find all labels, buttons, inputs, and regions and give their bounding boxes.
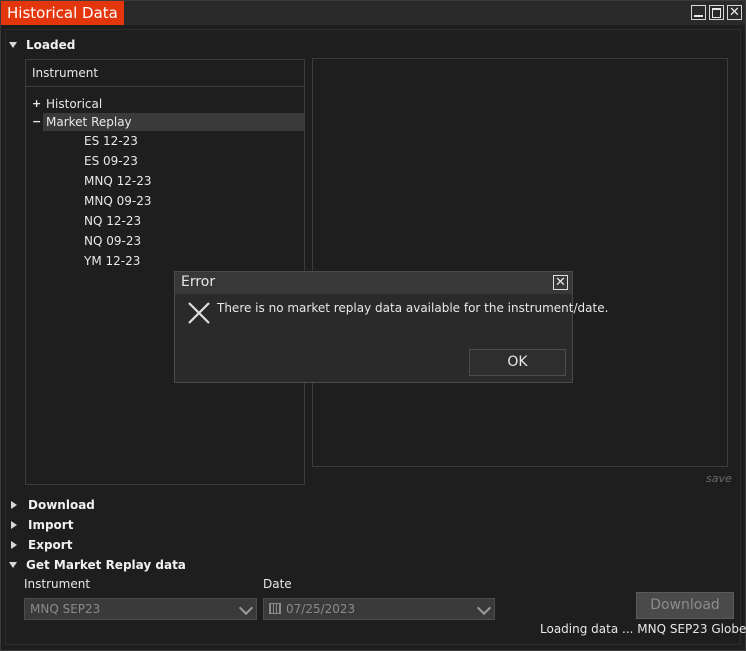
save-link[interactable]: save <box>706 472 732 485</box>
tree-leaf[interactable]: NQ 09-23 <box>84 232 141 250</box>
data-view-panel <box>312 58 728 467</box>
tree-leaf[interactable]: MNQ 09-23 <box>84 192 151 210</box>
instrument-select[interactable]: MNQ SEP23 <box>24 598 257 620</box>
error-message: There is no market replay data available… <box>217 301 609 315</box>
tree-leaf[interactable]: MNQ 12-23 <box>84 172 151 190</box>
triangle-down-icon <box>9 41 17 48</box>
ok-button[interactable]: OK <box>469 349 566 376</box>
tree-leaf[interactable]: ES 09-23 <box>84 152 138 170</box>
collapse-minus-icon[interactable]: − <box>32 113 41 131</box>
chevron-down-icon <box>476 600 492 616</box>
triangle-down-icon <box>9 561 17 568</box>
section-export[interactable]: Export <box>9 536 72 554</box>
maximize-button[interactable] <box>709 5 724 20</box>
section-download-label: Download <box>28 498 95 512</box>
triangle-right-icon <box>11 500 17 509</box>
tree-leaf[interactable]: ES 12-23 <box>84 132 138 150</box>
date-picker[interactable]: 07/25/2023 <box>263 598 495 620</box>
historical-data-window: Historical Data ✕ Loaded Instrument + Hi… <box>0 0 746 651</box>
status-text: Loading data ... MNQ SEP23 Globex <box>540 622 746 636</box>
close-icon[interactable]: ✕ <box>553 275 568 290</box>
tree-node-historical-label: Historical <box>46 97 103 111</box>
error-dialog-title: Error <box>181 274 216 290</box>
download-button[interactable]: Download <box>636 592 734 619</box>
section-get-market-replay-label: Get Market Replay data <box>26 558 186 572</box>
section-import-label: Import <box>28 518 74 532</box>
section-download[interactable]: Download <box>9 496 95 514</box>
tree-node-market-replay[interactable]: − Market Replay <box>26 113 304 131</box>
section-loaded[interactable]: Loaded <box>9 36 75 54</box>
instrument-header: Instrument <box>26 60 304 87</box>
tree-leaf[interactable]: YM 12-23 <box>84 252 140 270</box>
close-icon[interactable]: ✕ <box>727 5 742 20</box>
minimize-button[interactable] <box>691 5 706 20</box>
date-field-label: Date <box>263 577 292 591</box>
error-x-icon <box>188 302 210 324</box>
title-bar[interactable]: Historical Data ✕ <box>1 1 745 25</box>
tree-node-market-replay-label: Market Replay <box>46 115 132 129</box>
triangle-right-icon <box>11 520 17 529</box>
section-export-label: Export <box>28 538 73 552</box>
tree-leaf[interactable]: NQ 12-23 <box>84 212 141 230</box>
instrument-field-label: Instrument <box>24 577 91 591</box>
calendar-icon <box>269 603 281 614</box>
date-picker-value: 07/25/2023 <box>286 602 356 616</box>
error-dialog: Error ✕ There is no market replay data a… <box>174 271 608 383</box>
instrument-select-value: MNQ SEP23 <box>30 602 101 616</box>
window-title: Historical Data <box>1 1 124 25</box>
chevron-down-icon <box>238 600 254 616</box>
section-loaded-label: Loaded <box>26 38 76 52</box>
section-get-market-replay[interactable]: Get Market Replay data <box>9 556 186 574</box>
error-dialog-titlebar[interactable]: Error ✕ <box>175 272 572 294</box>
expand-plus-icon[interactable]: + <box>32 95 41 113</box>
tree-node-historical[interactable]: + Historical <box>26 95 304 113</box>
triangle-right-icon <box>11 540 17 549</box>
section-import[interactable]: Import <box>9 516 73 534</box>
